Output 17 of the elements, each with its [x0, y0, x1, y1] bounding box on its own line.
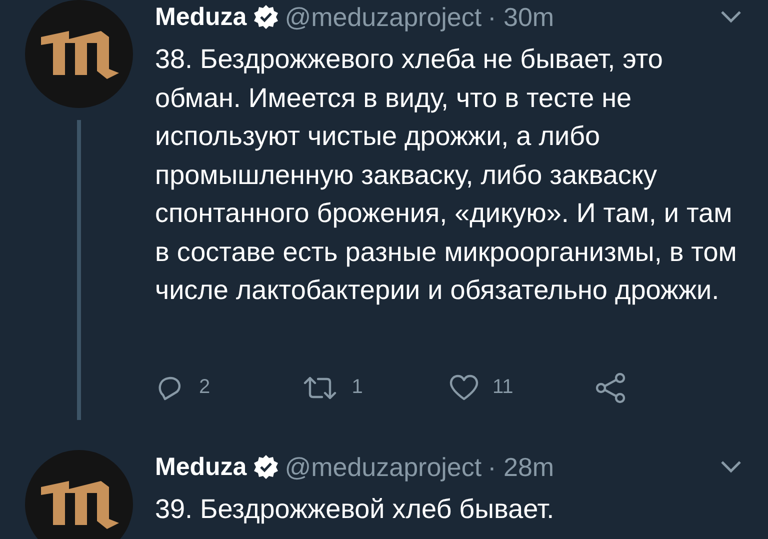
user-handle[interactable]: @meduzaproject	[284, 452, 482, 482]
action-count: 1	[352, 376, 363, 399]
share-icon[interactable]	[595, 372, 628, 404]
timestamp: · 30m	[488, 2, 554, 32]
tweet-text: 39. Бездрожжевой хлеб бывает.	[155, 493, 556, 526]
logo-icon	[39, 29, 119, 79]
chevron-down-icon[interactable]	[720, 460, 742, 474]
logo-icon	[39, 479, 119, 529]
tweet-text: 38. Бездрожжевого хлеба не бывает, это обман. Имеется в виду, что в тесте не используют чистые дрожжи, а либо промышленную закваску, либо закваску спонтанного брожения, «дикую». И там, и там в составе есть разные микроорганизмы, в том числе лактобактерии и обязательно дрожжи.	[155, 43, 738, 307]
chevron-down-icon[interactable]	[720, 10, 742, 24]
author-name[interactable]: Meduza	[155, 452, 247, 482]
timestamp: · 28m	[488, 452, 554, 482]
action-count: 11	[492, 376, 514, 399]
user-handle[interactable]: @meduzaproject	[284, 2, 482, 32]
action-count: 2	[199, 376, 210, 399]
heart-icon[interactable]	[448, 374, 478, 402]
author-name[interactable]: Meduza	[155, 2, 247, 32]
